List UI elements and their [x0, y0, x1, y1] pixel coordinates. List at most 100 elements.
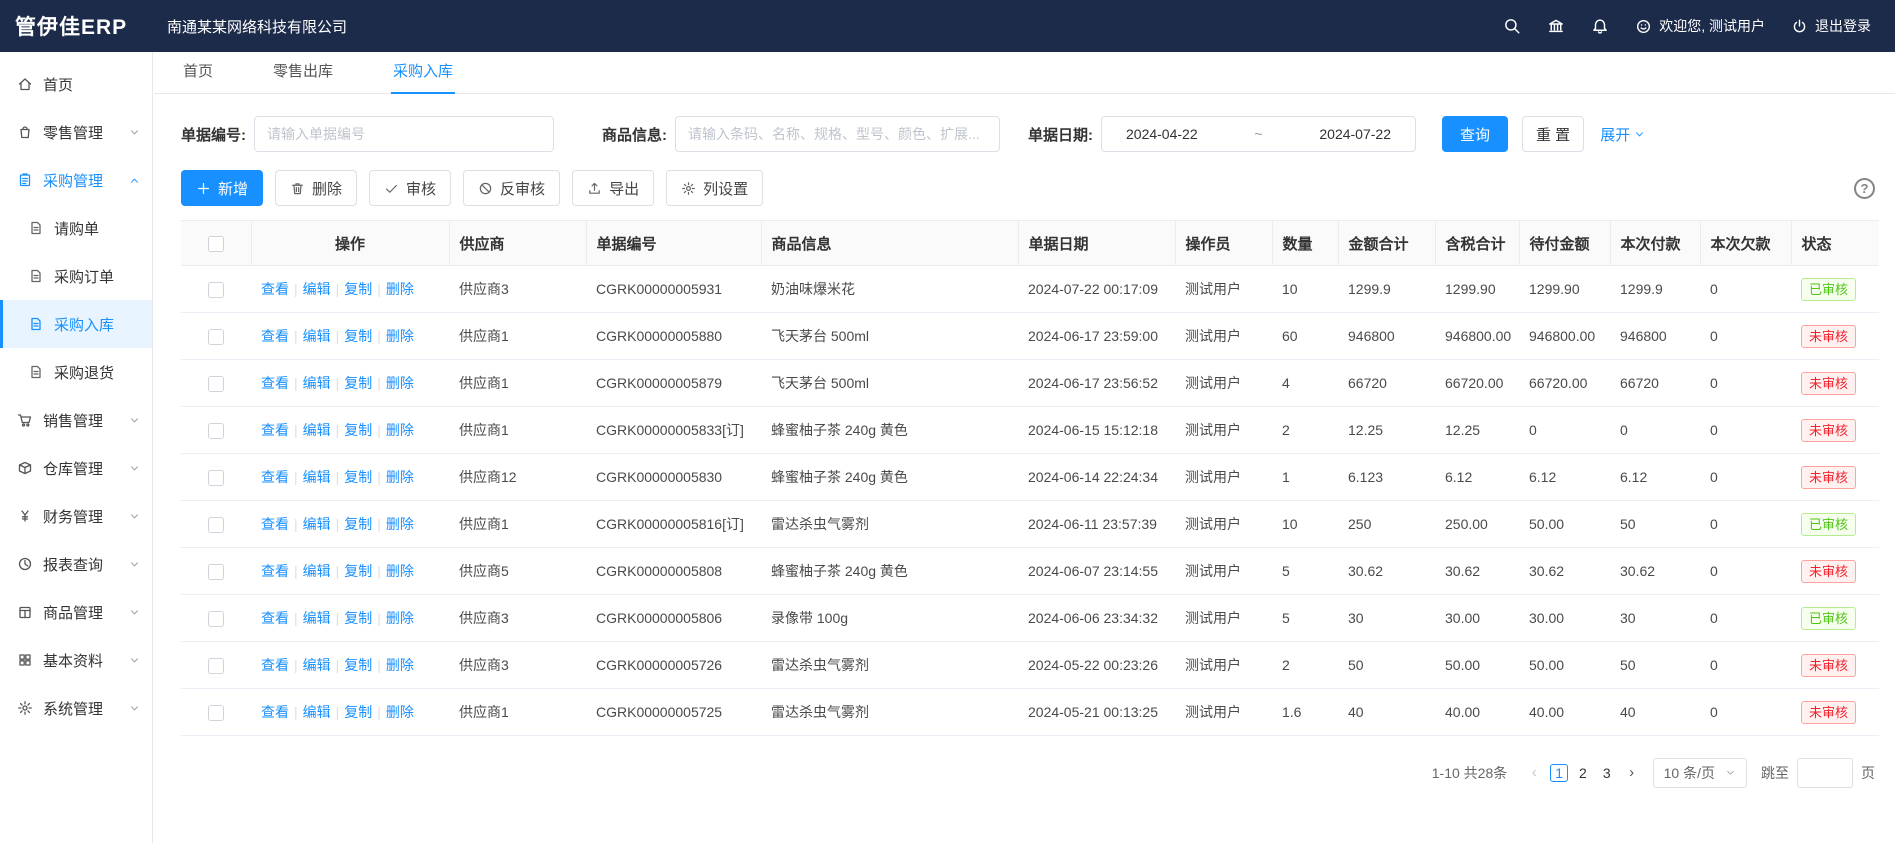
row-action-view[interactable]: 查看: [261, 469, 289, 485]
search-button[interactable]: 查询: [1442, 116, 1508, 152]
row-action-copy[interactable]: 复制: [344, 657, 372, 673]
app-center-icon[interactable]: [1547, 17, 1565, 35]
row-checkbox[interactable]: [208, 705, 224, 721]
row-action-delete[interactable]: 删除: [386, 563, 414, 579]
row-action-copy[interactable]: 复制: [344, 516, 372, 532]
row-checkbox[interactable]: [208, 423, 224, 439]
date-end-value[interactable]: 2024-07-22: [1319, 126, 1391, 142]
row-action-edit[interactable]: 编辑: [303, 328, 331, 344]
row-checkbox[interactable]: [208, 658, 224, 674]
row-action-copy[interactable]: 复制: [344, 704, 372, 720]
row-checkbox[interactable]: [208, 611, 224, 627]
sidebar-item-purchase-order[interactable]: 采购订单: [0, 252, 152, 300]
row-action-delete[interactable]: 删除: [386, 375, 414, 391]
audit-button[interactable]: 审核: [369, 170, 451, 206]
expand-filters-link[interactable]: 展开: [1600, 124, 1645, 145]
cell-payable: 50.00: [1519, 501, 1610, 548]
reset-button[interactable]: 重 置: [1522, 116, 1584, 152]
notifications-bell-icon[interactable]: [1591, 17, 1609, 35]
row-action-copy[interactable]: 复制: [344, 610, 372, 626]
help-icon[interactable]: ?: [1854, 178, 1875, 199]
bill-no-input[interactable]: [254, 116, 554, 152]
row-action-copy[interactable]: 复制: [344, 469, 372, 485]
tab-home[interactable]: 首页: [181, 60, 215, 93]
row-checkbox[interactable]: [208, 282, 224, 298]
unaudit-button[interactable]: 反审核: [463, 170, 560, 206]
row-action-copy[interactable]: 复制: [344, 422, 372, 438]
select-all-checkbox[interactable]: [208, 236, 224, 252]
sidebar-item-home[interactable]: 首页: [0, 60, 152, 108]
sidebar-item-base[interactable]: 基本资料: [0, 636, 152, 684]
tab-retail-outbound[interactable]: 零售出库: [271, 60, 335, 93]
prev-page-arrow[interactable]: ‹: [1521, 758, 1547, 788]
row-action-copy[interactable]: 复制: [344, 328, 372, 344]
tab-purchase-inbound[interactable]: 采购入库: [391, 60, 455, 93]
sidebar-item-purchase[interactable]: 采购管理: [0, 156, 152, 204]
row-action-view[interactable]: 查看: [261, 328, 289, 344]
page-number-1[interactable]: 1: [1550, 764, 1568, 782]
row-checkbox[interactable]: [208, 376, 224, 392]
sidebar-item-retail[interactable]: 零售管理: [0, 108, 152, 156]
sidebar-item-purchase-request[interactable]: 请购单: [0, 204, 152, 252]
row-action-edit[interactable]: 编辑: [303, 469, 331, 485]
sidebar-item-finance[interactable]: 财务管理: [0, 492, 152, 540]
row-action-edit[interactable]: 编辑: [303, 422, 331, 438]
row-action-copy[interactable]: 复制: [344, 563, 372, 579]
row-action-view[interactable]: 查看: [261, 422, 289, 438]
sidebar-item-purchase-inbound[interactable]: 采购入库: [0, 300, 152, 348]
row-checkbox[interactable]: [208, 564, 224, 580]
row-checkbox[interactable]: [208, 470, 224, 486]
add-button[interactable]: 新增: [181, 170, 263, 206]
goods-info-input[interactable]: [675, 116, 1000, 152]
row-action-view[interactable]: 查看: [261, 516, 289, 532]
sidebar-item-purchase-return[interactable]: 采购退货: [0, 348, 152, 396]
logout-button[interactable]: 退出登录: [1791, 16, 1871, 36]
date-start-value[interactable]: 2024-04-22: [1126, 126, 1198, 142]
row-action-delete[interactable]: 删除: [386, 469, 414, 485]
row-action-view[interactable]: 查看: [261, 610, 289, 626]
welcome-user[interactable]: 欢迎您, 测试用户: [1635, 16, 1765, 36]
row-action-edit[interactable]: 编辑: [303, 657, 331, 673]
row-action-edit[interactable]: 编辑: [303, 375, 331, 391]
row-action-delete[interactable]: 删除: [386, 704, 414, 720]
sidebar-item-goods[interactable]: 商品管理: [0, 588, 152, 636]
page-number-2[interactable]: 2: [1574, 764, 1592, 782]
row-action-edit[interactable]: 编辑: [303, 704, 331, 720]
jump-to-page-input[interactable]: [1797, 758, 1853, 788]
row-action-delete[interactable]: 删除: [386, 610, 414, 626]
row-action-edit[interactable]: 编辑: [303, 563, 331, 579]
row-action-copy[interactable]: 复制: [344, 375, 372, 391]
row-action-view[interactable]: 查看: [261, 704, 289, 720]
row-action-view[interactable]: 查看: [261, 563, 289, 579]
page-size-select[interactable]: 10 条/页: [1653, 758, 1747, 788]
row-action-delete[interactable]: 删除: [386, 422, 414, 438]
row-action-edit[interactable]: 编辑: [303, 281, 331, 297]
row-action-delete[interactable]: 删除: [386, 281, 414, 297]
row-action-edit[interactable]: 编辑: [303, 610, 331, 626]
row-action-delete[interactable]: 删除: [386, 328, 414, 344]
search-icon[interactable]: [1503, 17, 1521, 35]
action-separator: |: [336, 469, 340, 485]
export-icon: [587, 181, 602, 196]
next-page-arrow[interactable]: ›: [1619, 758, 1645, 788]
row-action-edit[interactable]: 编辑: [303, 516, 331, 532]
sidebar-item-report[interactable]: 报表查询: [0, 540, 152, 588]
page-number-3[interactable]: 3: [1598, 764, 1616, 782]
sidebar-item-sales[interactable]: 销售管理: [0, 396, 152, 444]
row-action-view[interactable]: 查看: [261, 375, 289, 391]
row-action-view[interactable]: 查看: [261, 281, 289, 297]
delete-button[interactable]: 删除: [275, 170, 357, 206]
sidebar-item-system[interactable]: 系统管理: [0, 684, 152, 732]
row-action-view[interactable]: 查看: [261, 657, 289, 673]
row-action-delete[interactable]: 删除: [386, 657, 414, 673]
sidebar-item-warehouse[interactable]: 仓库管理: [0, 444, 152, 492]
cell-bill_no: CGRK00000005725: [586, 689, 761, 736]
export-button[interactable]: 导出: [572, 170, 654, 206]
date-range-picker[interactable]: 2024-04-22 ~ 2024-07-22: [1101, 116, 1416, 152]
row-action-delete[interactable]: 删除: [386, 516, 414, 532]
row-checkbox[interactable]: [208, 517, 224, 533]
row-action-copy[interactable]: 复制: [344, 281, 372, 297]
row-checkbox[interactable]: [208, 329, 224, 345]
column-header: 单据编号: [586, 221, 761, 266]
column-settings-button[interactable]: 列设置: [666, 170, 763, 206]
